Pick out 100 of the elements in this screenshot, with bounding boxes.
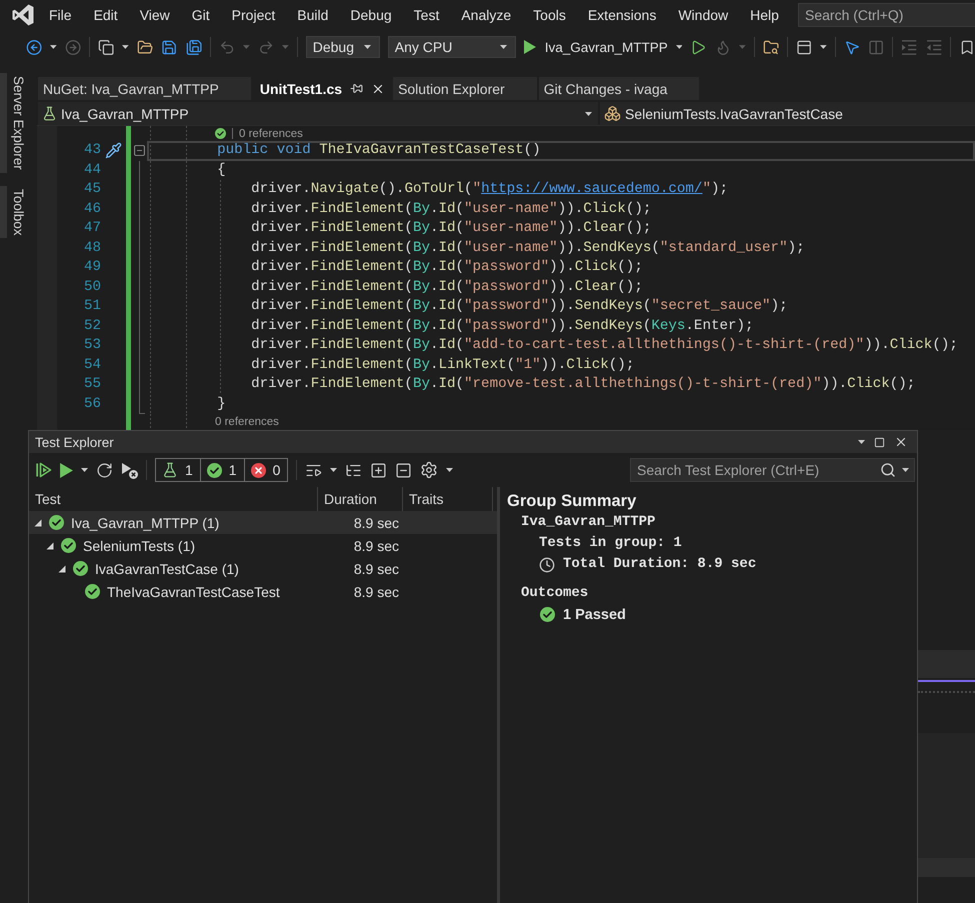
- caret-icon[interactable]: [585, 112, 592, 116]
- menu-item[interactable]: Edit: [82, 2, 129, 28]
- caret-icon[interactable]: [122, 45, 130, 49]
- caret-icon[interactable]: [58, 564, 66, 572]
- menu-item[interactable]: Tools: [522, 2, 577, 28]
- search-icon[interactable]: [880, 462, 896, 478]
- collapse-icon[interactable]: [133, 144, 146, 158]
- menu-item[interactable]: Debug: [339, 2, 403, 28]
- folder-icon[interactable]: [137, 38, 154, 56]
- panel-footer-bar: [918, 858, 975, 877]
- menu-item[interactable]: Test: [402, 2, 450, 28]
- pages-icon[interactable]: [98, 38, 114, 56]
- menu-item[interactable]: Window: [667, 2, 740, 28]
- codelens-link[interactable]: 0 references: [239, 126, 303, 140]
- play-icon[interactable]: [60, 462, 73, 478]
- close-icon[interactable]: [894, 435, 908, 449]
- caret-icon[interactable]: [858, 440, 865, 444]
- caret-icon[interactable]: [81, 468, 88, 472]
- project-dropdown[interactable]: Iva_Gavran_MTTPP: [38, 102, 598, 125]
- menu-item[interactable]: View: [128, 2, 181, 28]
- side-tab[interactable]: Toolbox: [0, 186, 26, 238]
- menu-item[interactable]: File: [38, 2, 83, 28]
- code-line: driver.Navigate().GoToUrl("https://www.saucedemo.com/");: [251, 180, 728, 199]
- square-minus-icon[interactable]: [395, 462, 412, 478]
- search-field[interactable]: Search (Ctrl+Q): [798, 3, 975, 27]
- play-outline-icon[interactable]: [690, 38, 707, 56]
- code-line: driver.FindElement(By.Id("user-name")).Click();: [251, 200, 652, 218]
- duration-text: 8.9 sec: [354, 514, 399, 530]
- line-number: 56: [84, 394, 101, 414]
- pipette-icon[interactable]: [104, 142, 122, 160]
- tree-row[interactable]: IvaGavranTestCase (1) 8.9 sec: [29, 557, 497, 580]
- start-button[interactable]: Iva_Gavran_MTTPP: [524, 40, 668, 54]
- test-name: SeleniumTests (1): [83, 538, 196, 554]
- code-line: driver.FindElement(By.Id("user-name")).Clear();: [251, 219, 652, 238]
- document-tab[interactable]: NuGet: Iva_Gavran_MTTPP: [38, 77, 251, 100]
- tests-count-text: Tests in group: 1: [539, 534, 682, 553]
- failed-filter-button[interactable]: 0: [244, 458, 288, 482]
- code-line: {: [217, 160, 226, 180]
- floppy-disks-icon[interactable]: [186, 38, 202, 56]
- tree-row[interactable]: SeleniumTests (1) 8.9 sec: [29, 534, 497, 557]
- play-bar-icon[interactable]: [36, 462, 52, 478]
- line-number: 46: [84, 200, 101, 218]
- pointer-icon[interactable]: [844, 38, 860, 56]
- panel-tab-strip: [918, 650, 975, 678]
- caret-icon[interactable]: [902, 468, 909, 472]
- back-icon[interactable]: [26, 38, 42, 56]
- passed-filter-button[interactable]: 1: [200, 458, 245, 482]
- cross-circle-icon: [250, 462, 266, 478]
- type-dropdown[interactable]: SeleniumTests.IvaGavranTestCase: [600, 102, 975, 125]
- code-line: driver.FindElement(By.Id("password")).Click();: [251, 258, 643, 277]
- code-line: }: [217, 394, 226, 414]
- tree-row[interactable]: Iva_Gavran_MTTPP (1) 8.9 sec: [29, 511, 497, 534]
- line-number: 50: [84, 278, 101, 296]
- menu-item[interactable]: Git: [180, 2, 221, 28]
- configuration-dropdown[interactable]: Debug: [306, 36, 380, 58]
- folder-search-icon[interactable]: [762, 38, 779, 56]
- rotate-arrow-icon[interactable]: [96, 462, 113, 478]
- document-tab[interactable]: Solution Explorer: [393, 77, 537, 100]
- line-number: 43: [84, 141, 101, 160]
- caret-icon[interactable]: [446, 468, 454, 472]
- caret-icon[interactable]: [364, 45, 371, 49]
- side-tab[interactable]: Server Explorer: [0, 73, 26, 173]
- duration-text: 8.9 sec: [354, 560, 399, 576]
- total-filter-button[interactable]: 1: [155, 458, 201, 482]
- flask-icon: [42, 106, 57, 121]
- duration-text: 8.9 sec: [354, 538, 399, 554]
- url-link[interactable]: https://www.saucedemo.com/: [481, 181, 702, 197]
- accent-line: [918, 680, 975, 682]
- caret-icon[interactable]: [46, 542, 54, 550]
- menu-item[interactable]: Extensions: [576, 2, 668, 28]
- search-field[interactable]: Search Test Explorer (Ctrl+E): [630, 458, 915, 482]
- codelens-link[interactable]: 0 references: [215, 415, 279, 429]
- play-cross-icon[interactable]: [121, 462, 138, 478]
- panel-title: Test Explorer: [35, 434, 114, 450]
- menu-item[interactable]: Analyze: [450, 2, 522, 28]
- caret-icon[interactable]: [500, 45, 507, 49]
- tree-row[interactable]: TheIvaGavranTestCaseTest 8.9 sec: [29, 580, 497, 603]
- code-line: public void TheIvaGavranTestCaseTest(): [217, 141, 541, 160]
- line-number: 53: [84, 336, 101, 355]
- caret-icon[interactable]: [50, 45, 57, 49]
- maximize-icon[interactable]: [874, 436, 885, 448]
- menu-item[interactable]: Build: [286, 2, 340, 28]
- platform-dropdown[interactable]: Any CPU: [388, 36, 516, 58]
- caret-icon[interactable]: [676, 45, 682, 49]
- window-icon[interactable]: [796, 38, 812, 56]
- menu-item[interactable]: Help: [739, 2, 790, 28]
- pin-icon[interactable]: [350, 82, 364, 95]
- document-tab[interactable]: Git Changes - ivaga: [538, 77, 700, 100]
- square-plus-icon[interactable]: [370, 462, 388, 478]
- line-number: 45: [84, 180, 101, 199]
- menu-item[interactable]: Project: [220, 2, 286, 28]
- settings-icon[interactable]: [420, 461, 438, 479]
- logo-icon[interactable]: [11, 3, 35, 27]
- caret-icon[interactable]: [34, 518, 42, 526]
- duration-text: 8.9 sec: [354, 584, 399, 600]
- caret-icon[interactable]: [330, 468, 338, 472]
- code-line: driver.FindElement(By.Id("user-name")).SendKeys("standard_user");: [251, 238, 805, 258]
- line-number: 51: [84, 297, 101, 316]
- code-line: driver.FindElement(By.Id("password")).SendKeys("secret_sauce");: [251, 297, 788, 316]
- caret-icon[interactable]: [820, 45, 827, 49]
